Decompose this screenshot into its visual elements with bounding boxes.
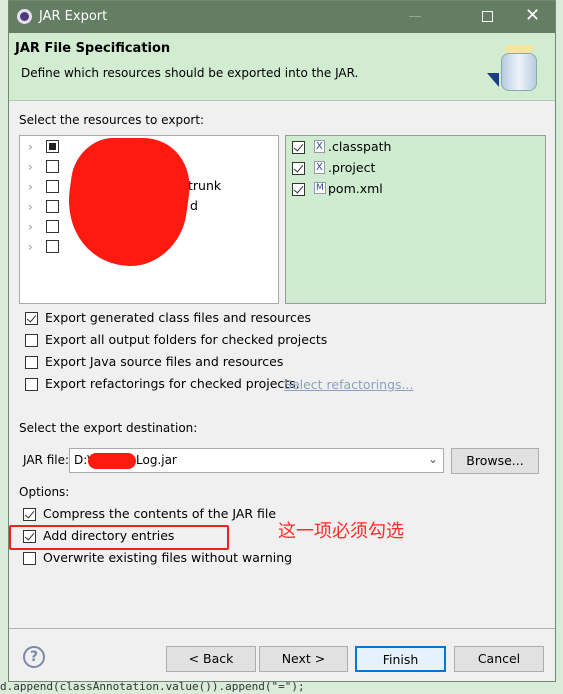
finish-button[interactable]: Finish [355,646,446,672]
expand-icon[interactable]: › [28,160,33,174]
jar-path-suffix: Log.jar [136,453,177,467]
file-list[interactable]: X .classpath X .project Mpom.xml [285,135,546,304]
project-tree[interactable]: › › › trunk › d › › [19,135,279,304]
jar-file-combo[interactable]: D:\ Log.jar ⌄ [69,448,444,473]
file-label: .classpath [328,139,392,154]
header-title: JAR File Specification [15,41,171,56]
button-bar-separator [9,628,555,629]
close-button[interactable]: ✕ [525,5,540,26]
select-refactorings-link[interactable]: Select refactorings... [284,377,413,392]
highlight-box [9,525,229,550]
options-label: Options: [19,485,70,499]
red-redaction [88,453,136,469]
maven-pom-icon: M [314,182,326,194]
maximize-button[interactable] [482,11,493,22]
wizard-arrow-icon [487,73,499,87]
chevron-down-icon[interactable]: ⌄ [428,452,438,466]
jar-export-dialog: JAR Export ✕ JAR File Specification Defi… [8,0,556,682]
expand-icon[interactable]: › [28,240,33,254]
next-button[interactable]: Next > [259,646,348,672]
title-bar: JAR Export ✕ [9,1,555,33]
checkbox-partial[interactable] [46,140,59,153]
header-description: Define which resources should be exporte… [21,66,359,80]
red-scribble-redaction [59,138,197,266]
file-label: .project [328,160,376,175]
wizard-header: JAR File Specification Define which reso… [9,33,555,101]
expand-icon[interactable]: › [28,200,33,214]
checkbox[interactable] [46,240,59,253]
tree-item-label: d [190,198,198,213]
minimize-button[interactable] [409,16,421,17]
checkbox[interactable] [46,180,59,193]
xml-file-icon: X [314,161,325,174]
checkbox[interactable] [46,200,59,213]
xml-file-icon: X [314,140,325,153]
checkbox[interactable] [292,162,305,175]
back-button[interactable]: < Back [166,646,256,672]
checkbox[interactable] [46,160,59,173]
window-title: JAR Export [39,9,108,24]
jar-file-label: JAR file: [23,453,70,467]
checkbox[interactable] [292,183,305,196]
tree-item-label: trunk [188,178,222,193]
destination-label: Select the export destination: [19,421,198,435]
resources-label: Select the resources to export: [19,113,205,127]
eclipse-icon [17,9,32,24]
expand-icon[interactable]: › [28,220,33,234]
cancel-button[interactable]: Cancel [454,646,544,672]
checkbox[interactable] [46,220,59,233]
browse-button[interactable]: Browse... [451,448,539,474]
expand-icon[interactable]: › [28,180,33,194]
annotation-text: 这一项必须勾选 [278,521,404,542]
help-icon[interactable]: ? [23,646,45,668]
jar-icon [499,45,539,91]
expand-icon[interactable]: › [28,140,33,154]
checkbox[interactable] [292,141,305,154]
file-label: pom.xml [328,181,383,196]
